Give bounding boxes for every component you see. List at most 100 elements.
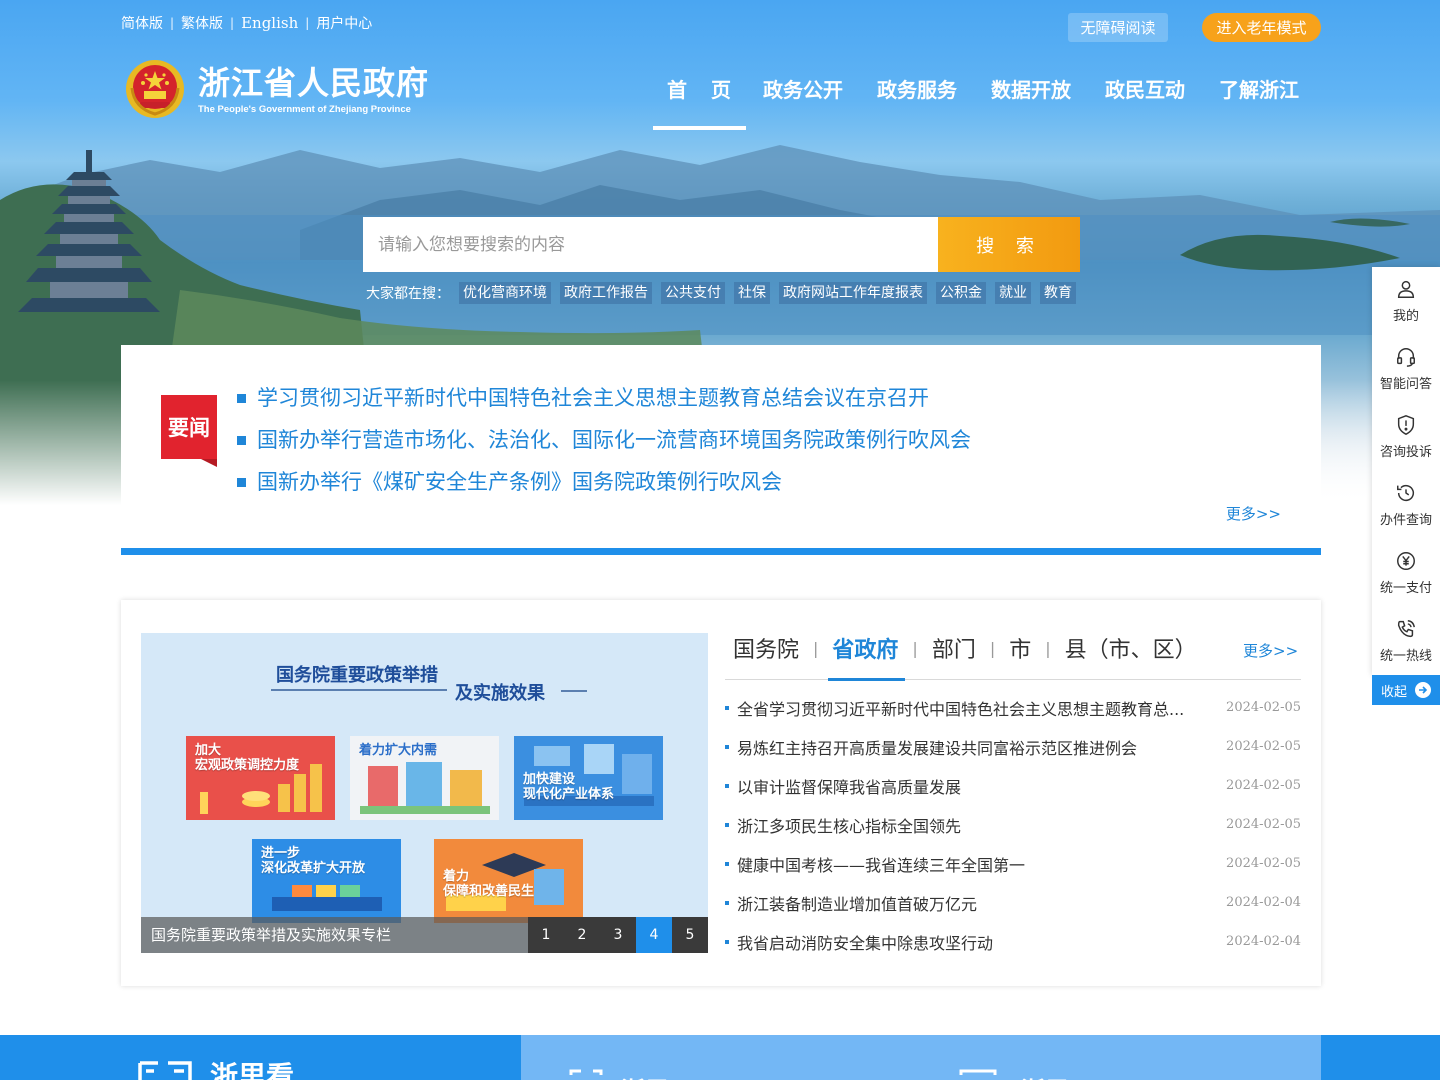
policy-tile-livelihood[interactable]: 着力 保障和改善民生 — [434, 839, 583, 923]
nav-about-zhejiang[interactable]: 了解浙江 — [1202, 74, 1316, 130]
news-title: 浙江装备制造业增加值首破万亿元 — [737, 894, 978, 914]
nav-interaction[interactable]: 政民互动 — [1088, 74, 1202, 130]
hot-tag[interactable]: 就业 — [995, 282, 1031, 304]
feature-title-mid-2[interactable]: 浙里 — [1021, 1071, 1069, 1080]
feature-title-mid-1[interactable]: 浙里 — [621, 1071, 669, 1080]
headset-icon — [1397, 348, 1415, 367]
tab-counties[interactable]: 县（市、区） — [1065, 632, 1197, 664]
carousel-page-4[interactable]: 4 — [636, 917, 672, 953]
bullet-icon — [725, 783, 729, 788]
divider: | — [305, 16, 310, 30]
hot-tag[interactable]: 政府工作报告 — [560, 282, 652, 304]
accessible-reading-button[interactable]: 无障碍阅读 — [1068, 13, 1168, 42]
headline-badge-text: 要闻 — [161, 395, 217, 459]
title-underline — [271, 689, 447, 691]
phone-icon — [1397, 620, 1415, 638]
nav-gov-affairs-open[interactable]: 政务公开 — [746, 74, 860, 130]
bullet-icon — [725, 822, 729, 827]
carousel-page-2[interactable]: 2 — [564, 917, 600, 953]
carousel-page-1[interactable]: 1 — [528, 917, 564, 953]
news-title: 易炼红主持召开高质量发展建设共同富裕示范区推进例会 — [737, 738, 1138, 758]
side-item-complaint[interactable]: 咨询投诉 — [1372, 403, 1440, 471]
tab-cities[interactable]: 市 — [1009, 632, 1031, 664]
history-icon — [1397, 485, 1415, 502]
news-date: 2024-02-04 — [1226, 934, 1301, 949]
tab-underline — [725, 679, 1301, 680]
list-item[interactable]: 易炼红主持召开高质量发展建设共同富裕示范区推进例会 2024-02-05 — [725, 727, 1301, 766]
tab-provincial-gov[interactable]: 省政府 — [832, 632, 898, 664]
headline-news-box: 要闻 学习贯彻习近平新时代中国特色社会主义思想主题教育总结会议在京召开 国新办举… — [121, 345, 1321, 555]
english-link[interactable]: English — [241, 14, 298, 32]
headline-item[interactable]: 学习贯彻习近平新时代中国特色社会主义思想主题教育总结会议在京召开 — [237, 377, 971, 419]
news-more-link[interactable]: 更多>> — [1243, 640, 1298, 661]
hot-tag[interactable]: 教育 — [1040, 282, 1076, 304]
nav-data-open[interactable]: 数据开放 — [974, 74, 1088, 130]
headline-list: 学习贯彻习近平新时代中国特色社会主义思想主题教育总结会议在京召开 国新办举行营造… — [237, 377, 971, 503]
news-date: 2024-02-05 — [1226, 856, 1301, 871]
policy-tile-reform[interactable]: 进一步 深化改革扩大开放 — [252, 839, 401, 923]
headline-item[interactable]: 国新办举行营造市场化、法治化、国际化一流营商环境国务院政策例行吹风会 — [237, 419, 971, 461]
carousel-page-5[interactable]: 5 — [672, 917, 708, 953]
divider: | — [230, 16, 235, 30]
list-item[interactable]: 以审计监督保障我省高质量发展 2024-02-05 — [725, 766, 1301, 805]
hot-tag[interactable]: 社保 — [734, 282, 770, 304]
logo-title-en: The People's Government of Zhejiang Prov… — [198, 103, 411, 115]
policy-tile-demand[interactable]: 着力扩大内需 — [350, 736, 499, 820]
headline-text: 国新办举行《煤矿安全生产条例》国务院政策例行吹风会 — [257, 470, 782, 494]
user-center-link[interactable]: 用户中心 — [316, 13, 372, 33]
traditional-chinese-link[interactable]: 繁体版 — [181, 13, 223, 33]
national-emblem-icon — [126, 60, 184, 118]
carousel-caption-bar: 国务院重要政策举措及实施效果专栏 1 2 3 4 5 — [141, 917, 708, 953]
policy-carousel[interactable]: 国务院重要政策举措 及实施效果 加大 宏观政策调控力度 着力扩大内需 加快建设 … — [141, 633, 708, 953]
headline-more-link[interactable]: 更多>> — [1226, 503, 1281, 524]
tab-departments[interactable]: 部门 — [932, 632, 976, 664]
search-input[interactable] — [363, 217, 938, 272]
logo-title-cn: 浙江省人民政府 — [198, 63, 430, 102]
top-links: 简体版 | 繁体版 | English | 用户中心 — [121, 13, 372, 33]
hot-tag[interactable]: 优化营商环境 — [459, 282, 551, 304]
search-button[interactable]: 搜 索 — [938, 217, 1080, 272]
hot-tag[interactable]: 政府网站工作年度报表 — [779, 282, 927, 304]
site-logo[interactable]: 浙江省人民政府 The People's Government of Zheji… — [124, 58, 429, 120]
eye-monitor-icon — [138, 1061, 192, 1080]
side-item-mine[interactable]: 我的 — [1372, 267, 1440, 335]
news-date: 2024-02-04 — [1226, 895, 1301, 910]
list-item[interactable]: 浙江装备制造业增加值首破万亿元 2024-02-04 — [725, 883, 1301, 922]
carousel-page-3[interactable]: 3 — [600, 917, 636, 953]
headline-item[interactable]: 国新办举行《煤矿安全生产条例》国务院政策例行吹风会 — [237, 461, 971, 503]
document-icon — [569, 1069, 603, 1075]
carousel-pager: 1 2 3 4 5 — [528, 917, 708, 953]
news-title: 浙江多项民生核心指标全国领先 — [737, 816, 962, 836]
arrow-right-icon — [1415, 682, 1431, 698]
headline-badge: 要闻 — [161, 395, 217, 467]
hot-tag[interactable]: 公积金 — [936, 282, 986, 304]
shopping-illustration — [360, 762, 490, 814]
bullet-icon — [237, 435, 246, 445]
hot-tag[interactable]: 公共支付 — [661, 282, 725, 304]
search-bar: 搜 索 — [363, 217, 1080, 272]
tab-divider: | — [813, 638, 819, 658]
list-item[interactable]: 全省学习贯彻习近平新时代中国特色社会主义思想主题教育总... 2024-02-05 — [725, 688, 1301, 727]
nav-home[interactable]: 首页 — [650, 74, 746, 130]
tab-state-council[interactable]: 国务院 — [733, 632, 799, 664]
side-item-payment[interactable]: 统一支付 — [1372, 539, 1440, 607]
bullet-icon — [237, 393, 246, 403]
feature-title-left[interactable]: 浙里看 — [210, 1055, 294, 1080]
list-item[interactable]: 健康中国考核——我省连续三年全国第一 2024-02-05 — [725, 844, 1301, 883]
feature-strip-middle: 浙里 浙里 — [521, 1035, 1321, 1080]
policy-tile-industry[interactable]: 加快建设 现代化产业体系 — [514, 736, 663, 820]
list-item[interactable]: 我省启动消防安全集中除患攻坚行动 2024-02-04 — [725, 922, 1301, 961]
simplified-chinese-link[interactable]: 简体版 — [121, 13, 163, 33]
nav-gov-services[interactable]: 政务服务 — [860, 74, 974, 130]
side-item-label: 智能问答 — [1379, 377, 1432, 392]
tab-divider: | — [1045, 638, 1051, 658]
elder-mode-button[interactable]: 进入老年模式 — [1202, 13, 1321, 42]
list-item[interactable]: 浙江多项民生核心指标全国领先 2024-02-05 — [725, 805, 1301, 844]
news-date: 2024-02-05 — [1226, 739, 1301, 754]
collapse-toolbar-button[interactable]: 收起 — [1372, 675, 1440, 705]
side-item-query[interactable]: 办件查询 — [1372, 471, 1440, 539]
policy-tile-text: 加快建设 现代化产业体系 — [523, 772, 615, 802]
policy-tile-macro[interactable]: 加大 宏观政策调控力度 — [186, 736, 335, 820]
side-item-smart-qa[interactable]: 智能问答 — [1372, 335, 1440, 403]
side-item-hotline[interactable]: 统一热线 — [1372, 607, 1440, 675]
